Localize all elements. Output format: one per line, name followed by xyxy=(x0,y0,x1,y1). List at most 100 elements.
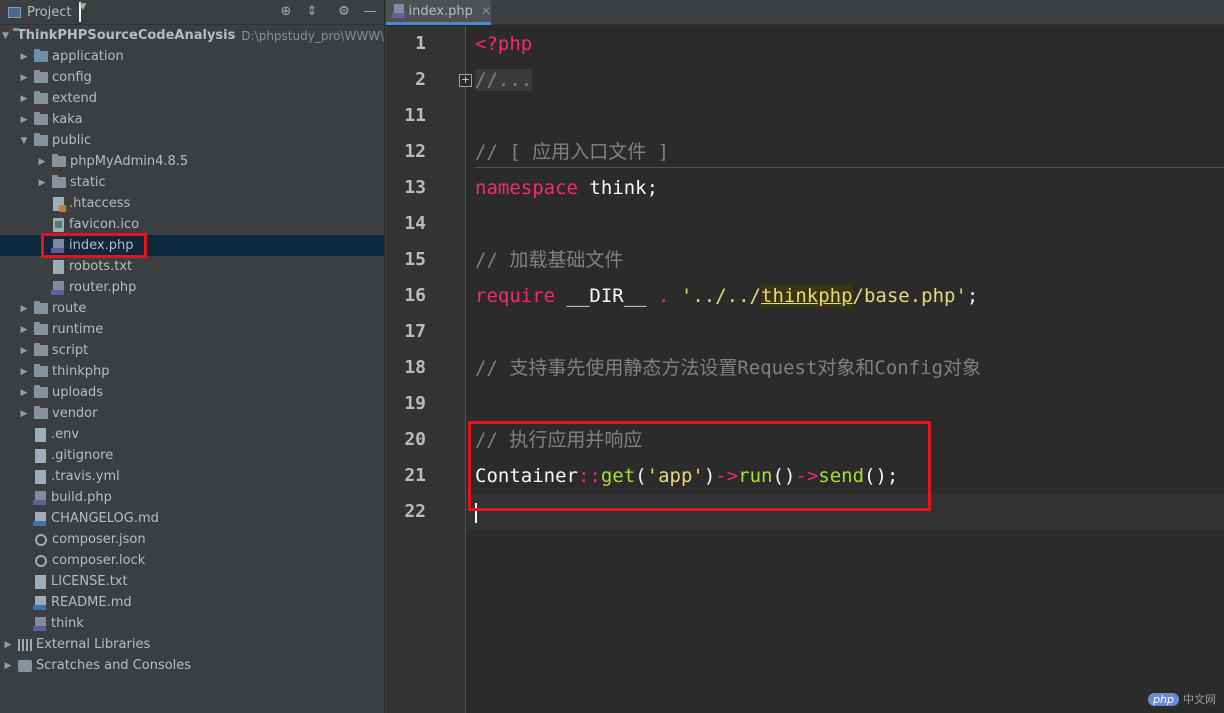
chevron-down-icon[interactable]: ▼ xyxy=(79,2,86,22)
chevron-right-icon[interactable]: ▶ xyxy=(18,94,30,104)
code-line-1: <?php xyxy=(475,26,532,62)
code-line-16: require __DIR__ . '../../thinkphp/base.p… xyxy=(475,278,978,314)
annotation-box-index-php xyxy=(41,233,147,258)
folder-icon xyxy=(34,385,48,398)
chevron-right-icon[interactable]: ▶ xyxy=(18,367,30,377)
folded-region[interactable]: //... xyxy=(475,69,533,91)
tree-item-changelog[interactable]: CHANGELOG.md xyxy=(0,508,384,529)
tree-item-label: vendor xyxy=(52,406,98,421)
chevron-right-icon[interactable]: ▶ xyxy=(18,304,30,314)
tree-item-application[interactable]: ▶ application xyxy=(0,46,384,67)
php-open-tag: <?php xyxy=(475,33,533,55)
tree-item-readme[interactable]: README.md xyxy=(0,592,384,613)
line-number: 15 xyxy=(404,249,426,270)
folder-icon xyxy=(52,175,66,188)
chevron-down-icon[interactable]: ▼ xyxy=(18,136,30,146)
chevron-right-icon[interactable]: ▶ xyxy=(18,388,30,398)
tree-item-label: CHANGELOG.md xyxy=(51,511,159,526)
folder-icon xyxy=(34,301,48,314)
chevron-right-icon[interactable]: ▶ xyxy=(18,73,30,83)
chevron-right-icon[interactable]: ▶ xyxy=(36,178,48,188)
chevron-right-icon[interactable]: ▶ xyxy=(18,325,30,335)
root-name: ThinkPHPSourceCodeAnalysis xyxy=(16,28,236,43)
chevron-right-icon[interactable]: ▶ xyxy=(18,115,30,125)
tree-item-build-php[interactable]: build.php xyxy=(0,487,384,508)
php-logo: php xyxy=(1148,692,1179,706)
tree-item-runtime[interactable]: ▶ runtime xyxy=(0,319,384,340)
image-file-icon xyxy=(53,217,64,232)
code-line-15: // 加载基础文件 xyxy=(475,242,623,278)
comment: // 支持事先使用静态方法设置Request对象和Config对象 xyxy=(475,357,982,379)
tree-item-scratches[interactable]: ▶ Scratches and Consoles xyxy=(0,655,384,676)
tree-item-travis[interactable]: .travis.yml xyxy=(0,466,384,487)
tree-item-script[interactable]: ▶ script xyxy=(0,340,384,361)
gear-icon[interactable]: ⚙ xyxy=(335,3,353,21)
tree-item-composer-lock[interactable]: composer.lock xyxy=(0,550,384,571)
project-header: Project ▼ ⊕ ⇕ ⚙ — xyxy=(0,0,384,25)
tree-item-env[interactable]: .env xyxy=(0,424,384,445)
php-file-icon xyxy=(51,280,64,295)
chevron-right-icon[interactable]: ▶ xyxy=(2,661,14,671)
tree-item-robots[interactable]: robots.txt xyxy=(0,256,384,277)
json-file-icon xyxy=(35,533,47,546)
project-title[interactable]: Project xyxy=(27,5,71,20)
keyword: require xyxy=(475,285,556,307)
tree-item-label: kaka xyxy=(52,112,83,127)
tree-item-kaka[interactable]: ▶ kaka xyxy=(0,109,384,130)
tree-item-vendor[interactable]: ▶ vendor xyxy=(0,403,384,424)
code-area[interactable]: <?php //... // [ 应用入口文件 ] namespace thin… xyxy=(467,26,1224,713)
tree-item-label: application xyxy=(52,49,124,64)
minimize-icon[interactable]: — xyxy=(361,3,379,21)
close-icon[interactable]: ✕ xyxy=(481,4,491,18)
string-path-link[interactable]: thinkphp xyxy=(761,285,853,307)
tree-item-label: LICENSE.txt xyxy=(51,574,128,589)
tree-item-extend[interactable]: ▶ extend xyxy=(0,88,384,109)
folder-icon xyxy=(34,364,48,377)
line-number: 11 xyxy=(404,105,426,126)
php-file-icon xyxy=(33,616,46,631)
text-file-icon xyxy=(35,574,46,589)
chevron-right-icon[interactable]: ▶ xyxy=(2,640,14,650)
tree-item-route[interactable]: ▶ route xyxy=(0,298,384,319)
tree-item-favicon[interactable]: favicon.ico xyxy=(0,214,384,235)
folder-icon xyxy=(34,70,48,83)
yaml-file-icon xyxy=(35,469,46,484)
string: /base.php' xyxy=(852,285,967,307)
tree-item-phpmyadmin[interactable]: ▶ phpMyAdmin4.8.5 xyxy=(0,151,384,172)
tree-item-router-php[interactable]: router.php xyxy=(0,277,384,298)
folder-icon xyxy=(34,133,48,146)
annotation-box-code xyxy=(468,421,931,511)
locate-icon[interactable]: ⊕ xyxy=(277,3,295,21)
chevron-right-icon[interactable]: ▶ xyxy=(18,52,30,62)
expand-arrow-icon[interactable]: ▼ xyxy=(2,31,9,41)
tree-item-uploads[interactable]: ▶ uploads xyxy=(0,382,384,403)
watermark: php 中文网 xyxy=(1148,691,1216,707)
chevron-right-icon[interactable]: ▶ xyxy=(18,409,30,419)
code-line-2: //... xyxy=(475,62,533,98)
collapse-all-icon[interactable]: ⇕ xyxy=(303,3,321,21)
line-number: 18 xyxy=(404,357,426,378)
tree-item-config[interactable]: ▶ config xyxy=(0,67,384,88)
tree-item-public[interactable]: ▼ public xyxy=(0,130,384,151)
library-icon xyxy=(18,638,32,651)
code-line-12: // [ 应用入口文件 ] xyxy=(475,134,669,170)
tab-index-php[interactable]: index.php ✕ xyxy=(386,0,491,25)
scratches-icon xyxy=(18,659,32,672)
tree-item-gitignore[interactable]: .gitignore xyxy=(0,445,384,466)
tree-item-htaccess[interactable]: .htaccess xyxy=(0,193,384,214)
tree-item-static[interactable]: ▶ static xyxy=(0,172,384,193)
tree-item-label: thinkphp xyxy=(52,364,110,379)
tree-item-label: .gitignore xyxy=(51,448,114,463)
tree-item-license[interactable]: LICENSE.txt xyxy=(0,571,384,592)
tree-item-thinkphp[interactable]: ▶ thinkphp xyxy=(0,361,384,382)
tree-item-external-libraries[interactable]: ▶ External Libraries xyxy=(0,634,384,655)
text-file-icon xyxy=(35,448,46,463)
chevron-right-icon[interactable]: ▶ xyxy=(36,157,48,167)
text-file-icon xyxy=(53,259,64,274)
tree-root[interactable]: ▼ ThinkPHPSourceCodeAnalysis D:\phpstudy… xyxy=(0,25,384,46)
folder-icon xyxy=(34,112,48,125)
chevron-right-icon[interactable]: ▶ xyxy=(18,346,30,356)
tree-item-composer-json[interactable]: composer.json xyxy=(0,529,384,550)
folder-icon xyxy=(52,154,66,167)
tree-item-think[interactable]: think xyxy=(0,613,384,634)
